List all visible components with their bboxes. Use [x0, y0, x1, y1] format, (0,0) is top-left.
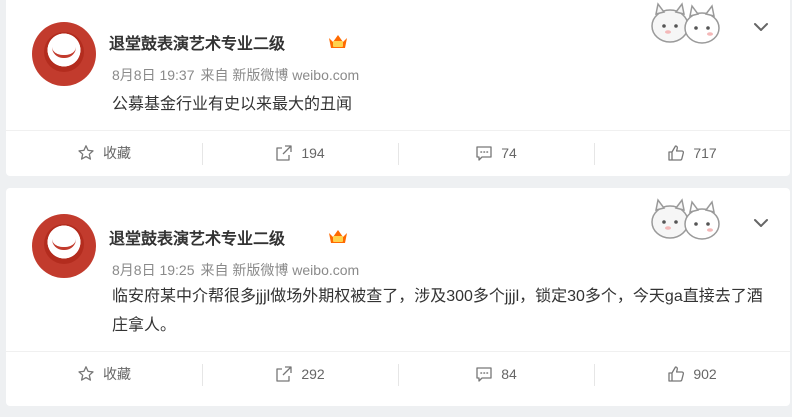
thumbs-up-icon	[668, 145, 685, 161]
avatar[interactable]	[32, 22, 96, 86]
favorite-button[interactable]: 收藏	[6, 131, 202, 175]
vip-crown-icon[interactable]	[327, 32, 349, 50]
repost-count: 292	[301, 366, 325, 382]
repost-icon	[276, 366, 292, 382]
comment-icon	[476, 146, 492, 161]
comment-count: 74	[501, 145, 517, 161]
post-date[interactable]: 8月8日 19:25	[112, 262, 195, 278]
post-date[interactable]: 8月8日 19:37	[112, 67, 195, 83]
repost-count: 194	[301, 145, 325, 161]
username[interactable]: 退堂鼓表演艺术专业二级	[109, 30, 285, 54]
comment-icon	[476, 367, 492, 382]
action-bar: 收藏 292 84 902	[6, 352, 790, 396]
comment-button[interactable]: 74	[398, 131, 594, 175]
vip-crown-icon[interactable]	[327, 227, 349, 245]
comment-count: 84	[501, 366, 517, 382]
username[interactable]: 退堂鼓表演艺术专业二级	[109, 225, 285, 249]
post-meta: 8月8日 19:37 来自 新版微博 weibo.com	[112, 65, 365, 85]
chevron-down-icon[interactable]	[750, 212, 772, 234]
avatar[interactable]	[32, 214, 96, 278]
favorite-label: 收藏	[103, 145, 131, 161]
favorite-label: 收藏	[103, 366, 131, 382]
comment-button[interactable]: 84	[398, 352, 594, 396]
cat-sticker-icon	[651, 198, 720, 240]
cat-sticker-icon	[651, 2, 720, 44]
post-meta: 8月8日 19:25 来自 新版微博 weibo.com	[112, 260, 365, 280]
repost-button[interactable]: 292	[202, 352, 398, 396]
thumbs-up-icon	[668, 366, 685, 382]
action-bar: 收藏 194 74 717	[6, 131, 790, 175]
star-outline-icon	[78, 366, 94, 381]
like-button[interactable]: 902	[594, 352, 790, 396]
weibo-post: 退堂鼓表演艺术专业二级 8月8日 19:25 来自 新版微博 weibo.com …	[6, 188, 790, 406]
post-content: 临安府某中介帮很多jjjl做场外期权被查了，涉及300多个jjjl，锁定30多个…	[112, 288, 763, 334]
repost-button[interactable]: 194	[202, 131, 398, 175]
post-content: 公募基金行业有史以来最大的丑闻	[112, 96, 353, 113]
like-button[interactable]: 717	[594, 131, 790, 175]
weibo-post: 退堂鼓表演艺术专业二级 8月8日 19:37 来自 新版微博 weibo.com …	[6, 0, 790, 176]
star-outline-icon	[78, 145, 94, 160]
post-source: 来自 新版微博 weibo.com	[200, 262, 360, 278]
post-source: 来自 新版微博 weibo.com	[200, 67, 360, 83]
repost-icon	[276, 145, 292, 161]
chevron-down-icon[interactable]	[750, 16, 772, 38]
favorite-button[interactable]: 收藏	[6, 352, 202, 396]
like-count: 902	[693, 366, 717, 382]
like-count: 717	[693, 145, 717, 161]
